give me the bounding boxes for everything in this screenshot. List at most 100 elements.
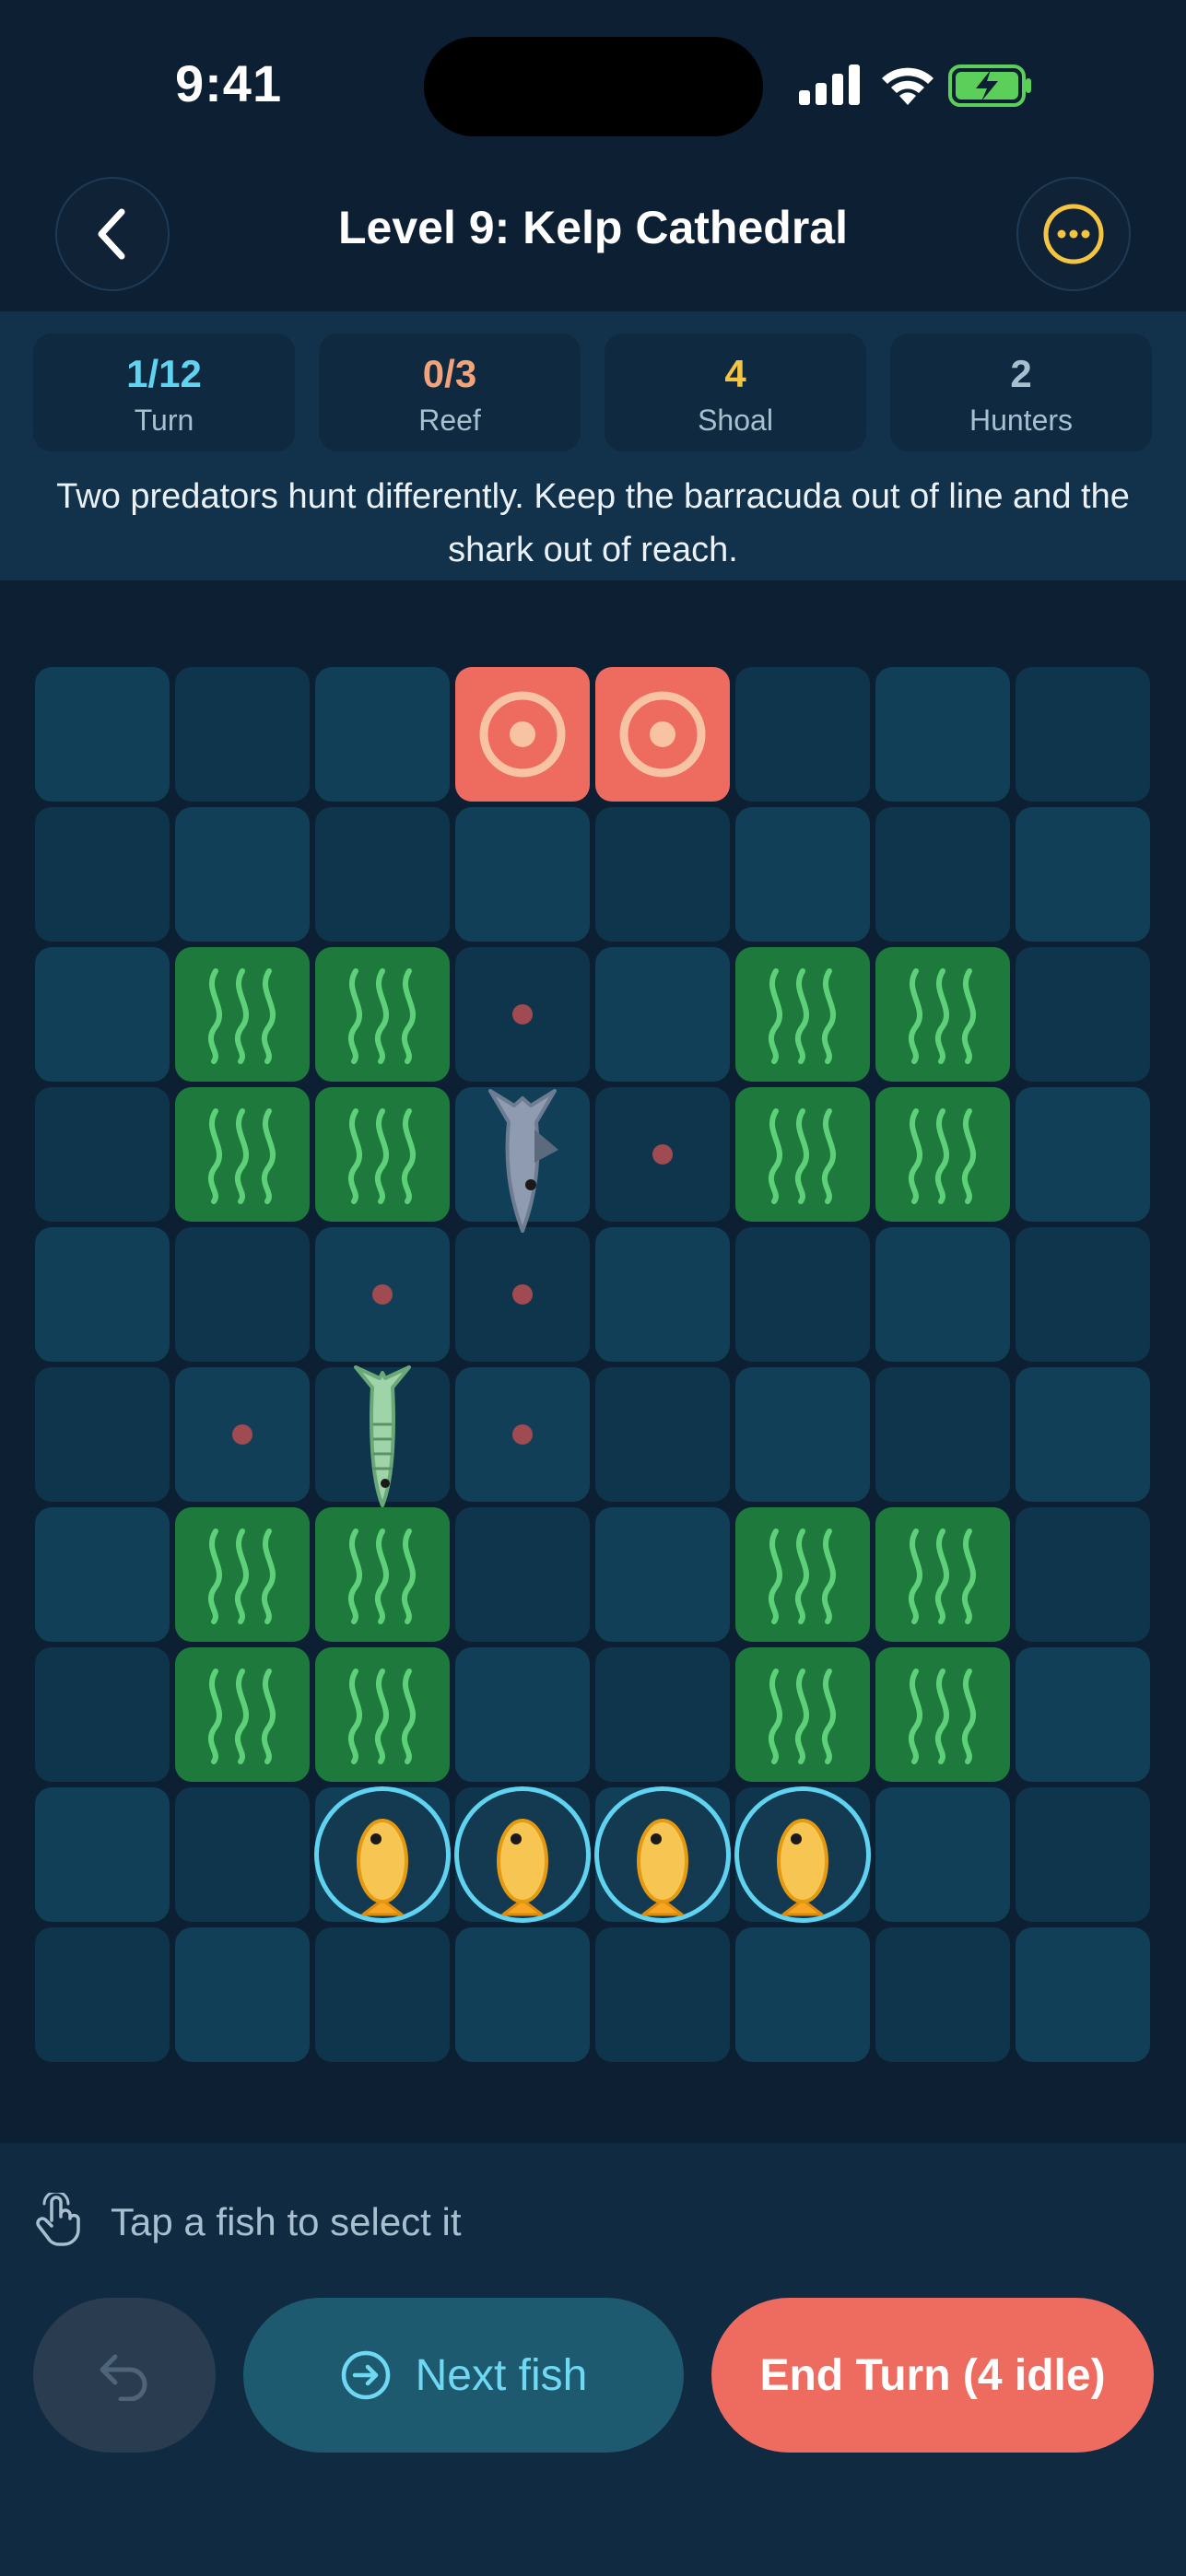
water-cell[interactable] <box>35 1927 170 2062</box>
tap-hint-text: Tap a fish to select it <box>111 2200 462 2243</box>
kelp-cell[interactable] <box>315 1647 450 1782</box>
kelp-cell[interactable] <box>735 1507 870 1642</box>
water-cell[interactable] <box>175 1367 310 1502</box>
water-cell[interactable] <box>1016 1087 1150 1222</box>
water-cell[interactable] <box>315 1927 450 2062</box>
water-cell[interactable] <box>1016 1647 1150 1782</box>
water-cell[interactable] <box>35 1507 170 1642</box>
level-hud: 1/12 Turn 0/3 Reef 4 Shoal 2 Hunters Two… <box>0 311 1186 580</box>
turn-stat: 1/12 Turn <box>33 334 295 451</box>
water-cell[interactable] <box>455 807 590 942</box>
system-icons <box>799 64 1075 109</box>
nav-bar: Level 9: Kelp Cathedral <box>0 166 1186 313</box>
kelp-cell[interactable] <box>875 1087 1010 1222</box>
water-cell[interactable] <box>595 947 730 1082</box>
water-cell[interactable] <box>735 807 870 942</box>
kelp-cell[interactable] <box>875 947 1010 1082</box>
water-cell[interactable] <box>315 667 450 802</box>
water-cell[interactable] <box>595 1927 730 2062</box>
water-cell[interactable] <box>875 1927 1010 2062</box>
water-cell[interactable] <box>595 1227 730 1362</box>
water-cell[interactable] <box>35 667 170 802</box>
water-cell[interactable] <box>455 1927 590 2062</box>
water-cell[interactable] <box>735 1227 870 1362</box>
water-cell[interactable] <box>455 1507 590 1642</box>
kelp-cell[interactable] <box>315 947 450 1082</box>
water-cell[interactable] <box>315 1365 450 1507</box>
water-cell[interactable] <box>175 667 310 802</box>
kelp-cell[interactable] <box>735 947 870 1082</box>
next-fish-label: Next fish <box>415 2350 588 2400</box>
fish-cell[interactable] <box>734 1786 871 1923</box>
reef-target-cell[interactable] <box>455 667 590 802</box>
kelp-cell[interactable] <box>175 947 310 1082</box>
water-cell[interactable] <box>875 1227 1010 1362</box>
fish-cell[interactable] <box>454 1786 591 1923</box>
water-cell[interactable] <box>1016 1227 1150 1362</box>
reef-label: Reef <box>418 404 481 437</box>
water-cell[interactable] <box>35 1087 170 1222</box>
end-turn-button[interactable]: End Turn (4 idle) <box>711 2298 1154 2453</box>
water-cell[interactable] <box>875 1367 1010 1502</box>
water-cell[interactable] <box>35 1227 170 1362</box>
next-fish-button[interactable]: Next fish <box>243 2298 684 2453</box>
kelp-cell[interactable] <box>875 1507 1010 1642</box>
water-cell[interactable] <box>735 667 870 802</box>
water-cell[interactable] <box>595 1367 730 1502</box>
water-cell[interactable] <box>455 1367 590 1502</box>
water-cell[interactable] <box>35 807 170 942</box>
water-cell[interactable] <box>735 1367 870 1502</box>
reef-target-cell[interactable] <box>595 667 730 802</box>
kelp-cell[interactable] <box>175 1647 310 1782</box>
kelp-cell[interactable] <box>315 1087 450 1222</box>
water-cell[interactable] <box>1016 947 1150 1082</box>
water-cell[interactable] <box>875 807 1010 942</box>
undo-arrow-icon <box>100 2354 147 2401</box>
kelp-cell[interactable] <box>735 1087 870 1222</box>
water-cell[interactable] <box>455 1647 590 1782</box>
water-cell[interactable] <box>175 807 310 942</box>
water-cell[interactable] <box>175 1227 310 1362</box>
reef-value: 0/3 <box>422 352 477 395</box>
water-cell[interactable] <box>315 1227 450 1362</box>
kelp-cell[interactable] <box>735 1647 870 1782</box>
water-cell[interactable] <box>455 1087 590 1233</box>
status-time: 9:41 <box>175 54 283 112</box>
bottom-controls: Tap a fish to select it Next fish End Tu… <box>0 2143 1186 2576</box>
water-cell[interactable] <box>35 1367 170 1502</box>
water-cell[interactable] <box>315 807 450 942</box>
water-cell[interactable] <box>35 947 170 1082</box>
threat-marker <box>512 1284 533 1305</box>
water-cell[interactable] <box>875 667 1010 802</box>
water-cell[interactable] <box>595 1647 730 1782</box>
water-cell[interactable] <box>175 1927 310 2062</box>
water-cell[interactable] <box>455 947 590 1082</box>
shoal-label: Shoal <box>698 404 773 437</box>
water-cell[interactable] <box>1016 807 1150 942</box>
more-options-button[interactable] <box>1016 177 1131 291</box>
water-cell[interactable] <box>1016 1507 1150 1642</box>
water-cell[interactable] <box>1016 1927 1150 2062</box>
kelp-cell[interactable] <box>875 1647 1010 1782</box>
water-cell[interactable] <box>595 807 730 942</box>
water-cell[interactable] <box>35 1787 170 1922</box>
turn-value: 1/12 <box>126 352 202 395</box>
water-cell[interactable] <box>595 1507 730 1642</box>
water-cell[interactable] <box>1016 667 1150 802</box>
battery-charging-icon <box>948 64 1031 107</box>
undo-button[interactable] <box>33 2298 216 2453</box>
game-board <box>35 667 1152 2064</box>
hunters-label: Hunters <box>969 404 1074 437</box>
water-cell[interactable] <box>1016 1367 1150 1502</box>
water-cell[interactable] <box>595 1087 730 1222</box>
water-cell[interactable] <box>35 1647 170 1782</box>
water-cell[interactable] <box>175 1787 310 1922</box>
fish-cell[interactable] <box>314 1786 451 1923</box>
fish-cell[interactable] <box>594 1786 731 1923</box>
kelp-cell[interactable] <box>175 1507 310 1642</box>
kelp-cell[interactable] <box>315 1507 450 1642</box>
kelp-cell[interactable] <box>175 1087 310 1222</box>
water-cell[interactable] <box>1016 1787 1150 1922</box>
water-cell[interactable] <box>875 1787 1010 1922</box>
water-cell[interactable] <box>735 1927 870 2062</box>
